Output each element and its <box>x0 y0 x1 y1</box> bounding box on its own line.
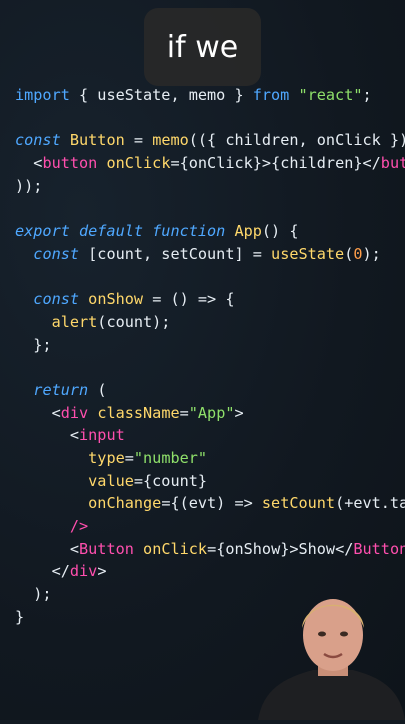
code-token: onShow <box>88 290 144 309</box>
code-line: const Button = memo(({ children, onClick… <box>15 129 405 152</box>
code-token: ); <box>362 244 381 263</box>
code-token: = <box>124 449 134 467</box>
code-line: onChange={(evt) => setCount(+evt.target.… <box>15 492 405 515</box>
code-line: const [count, setCount] = useState(0); <box>15 243 405 266</box>
code-token: (({ children, onClick }) <box>188 131 405 150</box>
code-token: < <box>15 539 80 558</box>
code-line: /> <box>15 515 405 538</box>
code-token: return <box>33 380 89 399</box>
code-token: Button <box>69 131 125 150</box>
code-line: return ( <box>15 379 405 402</box>
code-token: ={(evt) => <box>161 494 262 513</box>
code-token: > <box>234 403 244 422</box>
code-token: export default function <box>15 222 226 241</box>
code-line: alert(count); <box>15 311 405 334</box>
code-token: /> <box>69 517 89 536</box>
code-token: (+evt.target.value)} <box>335 494 405 513</box>
code-token: onClick <box>106 154 171 173</box>
code-token: = <box>179 403 189 422</box>
code-token: "react" <box>298 86 363 104</box>
code-line: <Button onClick={onShow}>Show</Button> <box>15 538 405 561</box>
code-line: }; <box>15 334 405 357</box>
code-token: App <box>234 222 262 241</box>
code-line: import { useState, memo } from "react"; <box>15 84 405 107</box>
code-line: type="number" <box>15 447 405 470</box>
code-token: button <box>380 154 405 173</box>
code-token: () { <box>261 222 299 241</box>
code-token: )); <box>15 176 43 195</box>
code-token: (count); <box>97 312 171 331</box>
code-token: < <box>15 154 43 173</box>
code-token: ={onClick}>{children}</ <box>170 154 381 173</box>
code-token: onChange <box>88 494 162 513</box>
code-token: div <box>60 403 89 422</box>
code-token: </ <box>15 562 70 581</box>
code-token: type <box>88 449 125 467</box>
code-token: < <box>15 403 61 422</box>
code-token: { useState, memo } <box>69 86 253 104</box>
code-line: <div className="App"> <box>15 402 405 425</box>
presenter-webcam-icon <box>258 590 405 720</box>
code-token: onClick <box>143 539 208 558</box>
code-token: setCount <box>261 494 336 513</box>
code-token: input <box>79 426 125 445</box>
code-token: ( <box>88 380 107 399</box>
code-token: < <box>15 426 80 445</box>
code-token: ); <box>15 585 52 604</box>
code-token: > <box>97 562 107 581</box>
code-line: const onShow = () => { <box>15 288 405 311</box>
code-line: value={count} <box>15 470 405 493</box>
code-editor: import { useState, memo } from "react"; c… <box>15 84 405 629</box>
code-token: } <box>15 607 25 626</box>
code-token: Button <box>79 539 134 558</box>
code-token: useState <box>271 244 345 263</box>
code-token: memo <box>152 131 189 150</box>
code-token: import <box>15 86 70 104</box>
code-token: [count, setCount] = <box>79 244 272 263</box>
code-token: className <box>97 403 180 422</box>
code-token: = <box>124 131 153 150</box>
caption-text: if we <box>166 29 239 65</box>
code-token: ={count} <box>133 471 208 490</box>
code-token: from <box>252 86 290 104</box>
code-token: "number" <box>133 449 208 467</box>
code-token: const <box>15 131 61 150</box>
code-token: "App" <box>188 403 235 422</box>
code-line: </div> <box>15 560 405 583</box>
code-token: const <box>33 244 80 263</box>
code-token: = () => { <box>143 290 235 309</box>
code-token: ( <box>344 244 354 263</box>
code-line: )); <box>15 175 405 198</box>
code-token: }; <box>15 335 52 354</box>
caption-bubble: if we <box>144 8 261 86</box>
code-token: ={onShow}>Show</ <box>207 539 354 558</box>
code-token: button <box>42 154 98 173</box>
code-line: <input <box>15 424 405 447</box>
code-token: ; <box>362 86 372 104</box>
code-token: 0 <box>353 244 363 263</box>
code-token: Button <box>353 539 405 558</box>
code-token: const <box>33 290 80 309</box>
code-line: export default function App() { <box>15 220 405 243</box>
code-token: value <box>88 471 134 490</box>
code-token: div <box>69 562 98 581</box>
code-line: <button onClick={onClick}>{children}</bu… <box>15 152 405 175</box>
code-token: alert <box>51 312 98 331</box>
